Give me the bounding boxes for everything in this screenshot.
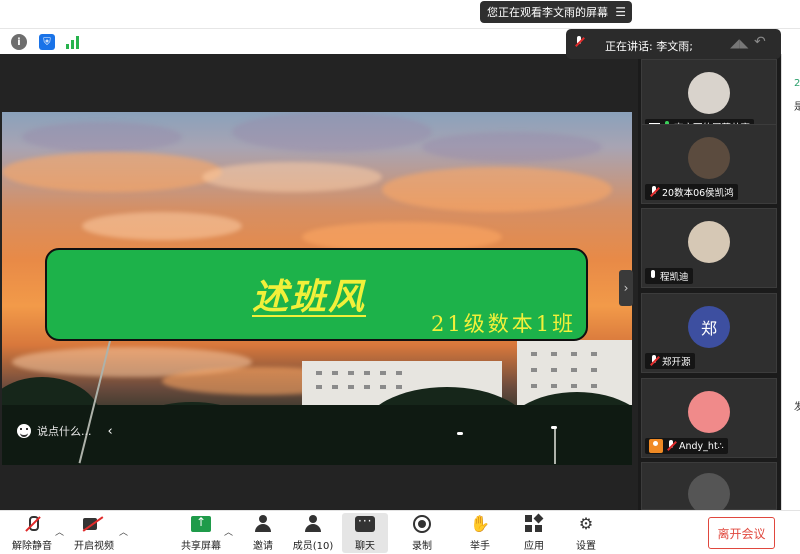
start-video-label: 开启视频 (74, 541, 114, 552)
apps-icon (525, 513, 544, 533)
host-icon (649, 439, 663, 453)
chevron-left-icon[interactable]: ‹ (108, 424, 113, 439)
participant-name: Andy_ht∴ (679, 440, 724, 452)
members-icon (304, 514, 322, 533)
participant-tile[interactable]: 程凯迪 (641, 208, 777, 288)
chat-edge-text: 2 (794, 78, 800, 89)
chat-icon (355, 514, 375, 532)
slide-subtitle: 21级数本1班 (431, 312, 577, 336)
avatar (688, 137, 730, 179)
unmute-label: 解除静音 (12, 541, 52, 552)
top-bar (0, 0, 800, 28)
gear-icon: ⚙ (578, 514, 594, 533)
raise-hand-label: 举手 (470, 541, 490, 552)
participant-name-tag: 程凯迪 (645, 268, 693, 284)
invite-button[interactable]: 邀请 (248, 514, 278, 552)
chat-label: 聊天 (355, 541, 375, 552)
record-icon (413, 514, 431, 533)
video-off-icon (83, 517, 105, 531)
apps-button[interactable]: 应用 (519, 513, 549, 552)
speaker-icon[interactable]: ◢◣ (730, 36, 748, 52)
settings-label: 设置 (576, 541, 596, 552)
apps-label: 应用 (524, 541, 544, 552)
participant-tile[interactable]: Andy_ht∴ (641, 378, 777, 458)
participant-tile[interactable]: 郑 郑开源 (641, 293, 777, 373)
start-video-button[interactable]: 开启视频 (72, 514, 116, 552)
avatar: 郑 (688, 306, 730, 348)
active-speaker-indicator: 正在讲话: 李文雨; ◢◣ ↶ (566, 29, 781, 59)
chevron-up-icon[interactable]: ︿ (224, 525, 233, 538)
muted-mic-icon (649, 355, 659, 367)
participant-name-tag: 郑开源 (645, 353, 695, 369)
record-button[interactable]: 录制 (407, 514, 437, 552)
participant-name: 程凯迪 (660, 272, 689, 283)
chat-input[interactable]: 说点什么... (37, 423, 92, 439)
meeting-toolbar: 解除静音 ︿ 开启视频 ︿ 共享屏幕 ︿ 邀请 成员(10) 聊天 录制 (0, 510, 800, 554)
participant-tile[interactable] (641, 462, 777, 515)
record-label: 录制 (412, 541, 432, 552)
meeting-window: 您正在观看李文雨的屏幕 ☰ i ⛨ ▭ (0, 0, 800, 554)
chevron-up-icon[interactable]: ︿ (119, 525, 128, 538)
participant-name: 20数本06侯凯鸿 (662, 188, 734, 199)
participant-name: 郑开源 (662, 357, 691, 368)
chat-button[interactable]: 聊天 (350, 514, 380, 552)
muted-mic-icon (649, 186, 659, 198)
emoji-icon[interactable] (17, 424, 31, 438)
viewing-screen-banner[interactable]: 您正在观看李文雨的屏幕 ☰ (480, 1, 632, 23)
share-screen-icon (191, 515, 211, 532)
participant-name-tag: 20数本06侯凯鸿 (645, 184, 738, 200)
avatar (688, 72, 730, 114)
slide-title: 述班风 (252, 276, 367, 318)
muted-mic-icon (666, 440, 676, 452)
members-button[interactable]: 成员(10) (293, 514, 333, 552)
leave-meeting-button[interactable]: 离开会议 (708, 517, 775, 549)
mic-icon (649, 270, 657, 282)
collapse-panel-button[interactable]: › (619, 270, 633, 306)
info-icon[interactable]: i (11, 34, 27, 50)
viewing-screen-label: 您正在观看李文雨的屏幕 (487, 6, 608, 19)
chat-edge-text: 是 (794, 102, 800, 113)
avatar (688, 221, 730, 263)
muted-mic-icon (574, 36, 584, 48)
share-screen-label: 共享屏幕 (181, 541, 221, 552)
settings-button[interactable]: ⚙ 设置 (571, 514, 601, 552)
avatar (688, 391, 730, 433)
chat-panel-edge: 2 是 发 (781, 54, 800, 510)
avatar (688, 473, 730, 515)
mic-muted-icon (24, 515, 40, 533)
quick-chat-bar[interactable]: 说点什么... ‹ (17, 419, 137, 443)
share-screen-button[interactable]: 共享屏幕 (178, 514, 224, 553)
participant-tile[interactable]: 20数本06侯凯鸿 (641, 124, 777, 204)
add-person-icon (254, 514, 272, 533)
hamburger-icon[interactable]: ☰ (615, 5, 626, 19)
undo-arrow-icon[interactable]: ↶ (754, 34, 766, 50)
shield-icon[interactable]: ⛨ (39, 34, 55, 50)
invite-label: 邀请 (253, 541, 273, 552)
signal-icon[interactable] (66, 35, 82, 49)
members-label: 成员(10) (292, 541, 334, 552)
chat-edge-text: 发 (794, 402, 800, 413)
slide-title-card: 述班风 21级数本1班 (45, 248, 588, 341)
chevron-right-icon: › (623, 281, 629, 295)
chevron-up-icon[interactable]: ︿ (55, 525, 64, 538)
raise-hand-icon: ✋ (470, 514, 490, 533)
participant-name-tag: Andy_ht∴ (645, 438, 728, 454)
active-speaker-label: 正在讲话: 李文雨; (605, 40, 693, 53)
unmute-button[interactable]: 解除静音 (10, 514, 54, 552)
raise-hand-button[interactable]: ✋ 举手 (465, 514, 495, 552)
